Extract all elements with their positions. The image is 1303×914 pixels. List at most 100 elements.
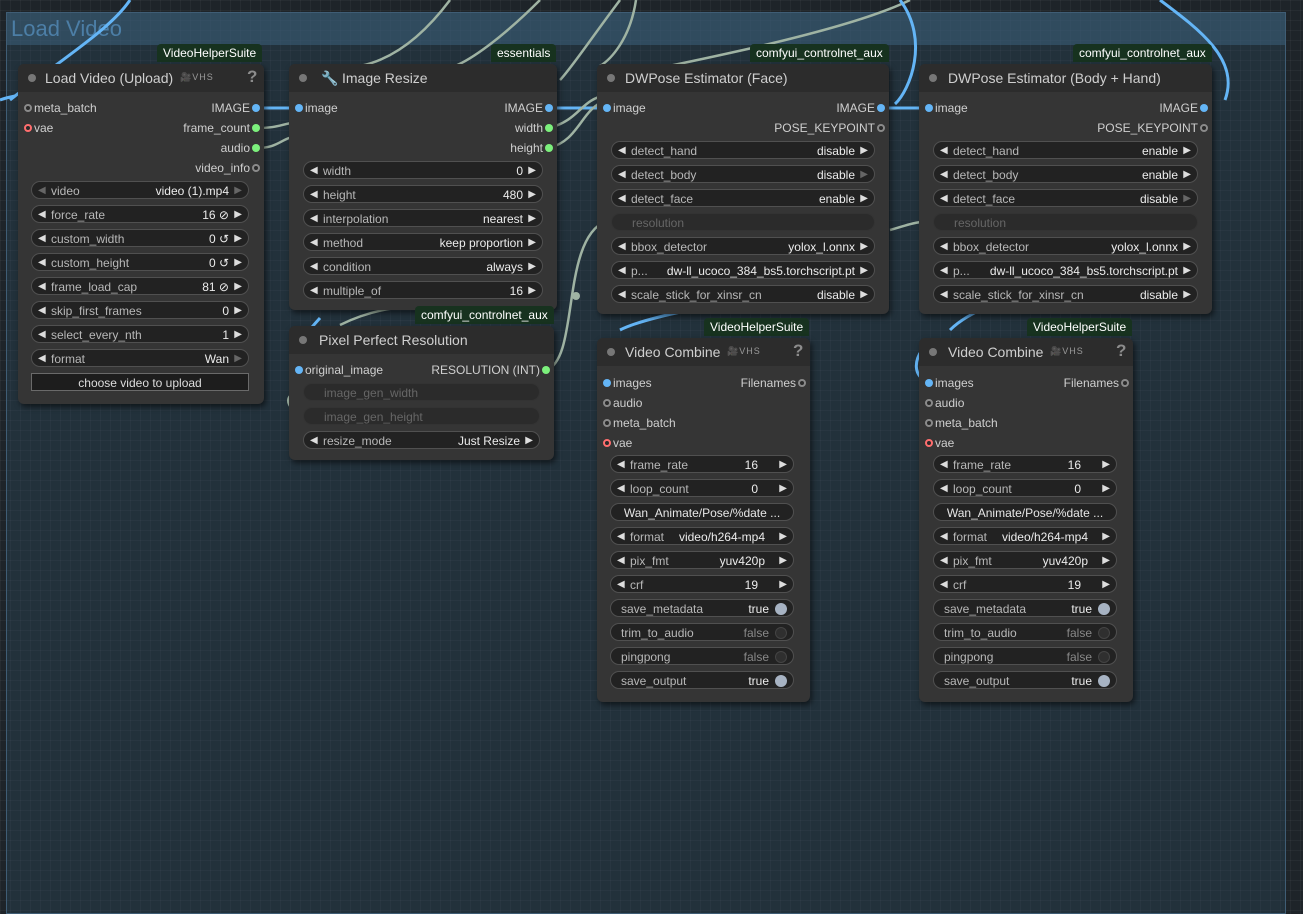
widget-scale-stick[interactable]: ◀ scale_stick_for_xinsr_cn disable ▶	[611, 285, 875, 303]
node-badge: comfyui_controlnet_aux	[1073, 44, 1212, 62]
node-dwpose-face[interactable]: DWPose Estimator (Face) image IMAGE POSE…	[597, 64, 889, 314]
slot-dot	[877, 104, 885, 112]
slot-dot	[925, 399, 933, 407]
widget-width[interactable]: ◀ width 0 ▶	[303, 161, 543, 179]
widget-bbox-detector[interactable]: ◀ bbox_detector yolox_l.onnx ▶	[611, 237, 875, 255]
slot-dot	[542, 366, 550, 374]
node-title-bar[interactable]: Video Combine 🎥VHS ?	[597, 338, 810, 366]
widget-force-rate[interactable]: ◀ force_rate 16 ⊘ ▶	[31, 205, 249, 223]
choose-video-button[interactable]: choose video to upload	[31, 373, 249, 391]
node-image-resize[interactable]: 🔧 Image Resize image IMAGE width height …	[289, 64, 557, 310]
output-slot-image[interactable]: IMAGE	[1068, 100, 1208, 116]
widget-detect-body[interactable]: ◀ detect_body disable ▶	[611, 165, 875, 183]
widget-resolution[interactable]: resolution	[933, 213, 1198, 231]
widget-scale-stick[interactable]: ◀ scale_stick_for_xinsr_cn disable ▶	[933, 285, 1198, 303]
toggle-save-metadata[interactable]: save_metadata true	[933, 599, 1117, 617]
output-slot-height[interactable]: height	[433, 140, 553, 156]
widget-interpolation[interactable]: ◀ interpolation nearest ▶	[303, 209, 543, 227]
toggle-pingpong[interactable]: pingpong false	[933, 647, 1117, 665]
help-icon[interactable]: ?	[247, 67, 257, 87]
widget-pose-estimator[interactable]: ◀ p... dw-ll_ucoco_384_bs5.torchscript.pt ▶	[933, 261, 1198, 279]
output-slot-frame-count[interactable]: frame_count	[140, 120, 260, 136]
widget-resize-mode[interactable]: ◀ resize_mode Just Resize ▶	[303, 431, 540, 449]
widget-pose-estimator[interactable]: ◀ p... dw-ll_ucoco_384_bs5.torchscript.pt ▶	[611, 261, 875, 279]
collapse-dot[interactable]	[299, 336, 307, 344]
widget-video[interactable]: ◀ video video (1).mp4 ▶	[31, 181, 249, 199]
help-icon[interactable]: ?	[1116, 341, 1126, 361]
output-slot-video-info[interactable]: video_info	[140, 160, 260, 176]
node-video-combine-2[interactable]: Video Combine 🎥VHS ? images audio meta_b…	[919, 338, 1133, 702]
widget-image-gen-width[interactable]: image_gen_width	[303, 383, 540, 401]
widget-select-every-nth[interactable]: ◀ select_every_nth 1 ▶	[31, 325, 249, 343]
node-title-bar[interactable]: Video Combine 🎥VHS ?	[919, 338, 1133, 366]
collapse-dot[interactable]	[607, 348, 615, 356]
widget-filename-prefix[interactable]: Wan_Animate/Pose/%date ...	[610, 503, 794, 521]
node-pixel-perfect-resolution[interactable]: Pixel Perfect Resolution original_image …	[289, 326, 554, 460]
node-badge: VideoHelperSuite	[157, 44, 263, 62]
widget-loop-count[interactable]: ◀ loop_count 0 ▶	[610, 479, 794, 497]
widget-method[interactable]: ◀ method keep proportion ▶	[303, 233, 543, 251]
output-slot-pose-keypoint[interactable]: POSE_KEYPOINT	[745, 120, 885, 136]
widget-format[interactable]: ◀ format video/h264-mp4 ▶	[610, 527, 794, 545]
node-title-bar[interactable]: 🔧 Image Resize	[289, 64, 557, 92]
help-icon[interactable]: ?	[793, 341, 803, 361]
widget-bbox-detector[interactable]: ◀ bbox_detector yolox_l.onnx ▶	[933, 237, 1198, 255]
slot-dot	[252, 124, 260, 132]
node-title-bar[interactable]: DWPose Estimator (Body + Hand)	[919, 64, 1212, 92]
output-slot-filenames[interactable]: Filenames	[1029, 375, 1129, 391]
node-load-video[interactable]: Load Video (Upload) 🎥VHS ? meta_batch va…	[18, 64, 264, 404]
slot-dot	[252, 164, 260, 172]
slot-dot	[603, 104, 611, 112]
widget-format[interactable]: ◀ format Wan ▶	[31, 349, 249, 367]
widget-frame-rate[interactable]: ◀ frame_rate 16 ▶	[933, 455, 1117, 473]
collapse-dot[interactable]	[28, 74, 36, 82]
widget-condition[interactable]: ◀ condition always ▶	[303, 257, 543, 275]
widget-pix-fmt[interactable]: ◀ pix_fmt yuv420p ▶	[933, 551, 1117, 569]
widget-detect-face[interactable]: ◀ detect_face disable ▶	[933, 189, 1198, 207]
output-slot-filenames[interactable]: Filenames	[706, 375, 806, 391]
node-title-bar[interactable]: Pixel Perfect Resolution	[289, 326, 554, 354]
toggle-save-output[interactable]: save_output true	[933, 671, 1117, 689]
node-title-bar[interactable]: DWPose Estimator (Face)	[597, 64, 889, 92]
widget-resolution[interactable]: resolution	[611, 213, 875, 231]
slot-dot	[1200, 104, 1208, 112]
widget-format[interactable]: ◀ format video/h264-mp4 ▶	[933, 527, 1117, 545]
toggle-trim-to-audio[interactable]: trim_to_audio false	[610, 623, 794, 641]
output-slot-width[interactable]: width	[433, 120, 553, 136]
output-slot-pose-keypoint[interactable]: POSE_KEYPOINT	[1068, 120, 1208, 136]
widget-loop-count[interactable]: ◀ loop_count 0 ▶	[933, 479, 1117, 497]
node-dwpose-body-hand[interactable]: DWPose Estimator (Body + Hand) image IMA…	[919, 64, 1212, 314]
widget-multiple-of[interactable]: ◀ multiple_of 16 ▶	[303, 281, 543, 299]
widget-crf[interactable]: ◀ crf 19 ▶	[933, 575, 1117, 593]
widget-pix-fmt[interactable]: ◀ pix_fmt yuv420p ▶	[610, 551, 794, 569]
widget-filename-prefix[interactable]: Wan_Animate/Pose/%date ...	[933, 503, 1117, 521]
widget-skip-first-frames[interactable]: ◀ skip_first_frames 0 ▶	[31, 301, 249, 319]
widget-detect-hand[interactable]: ◀ detect_hand enable ▶	[933, 141, 1198, 159]
toggle-save-output[interactable]: save_output true	[610, 671, 794, 689]
output-slot-image[interactable]: IMAGE	[433, 100, 553, 116]
output-slot-image[interactable]: IMAGE	[745, 100, 885, 116]
slot-dot	[877, 124, 885, 132]
collapse-dot[interactable]	[929, 348, 937, 356]
widget-detect-face[interactable]: ◀ detect_face enable ▶	[611, 189, 875, 207]
widget-crf[interactable]: ◀ crf 19 ▶	[610, 575, 794, 593]
widget-detect-body[interactable]: ◀ detect_body enable ▶	[933, 165, 1198, 183]
collapse-dot[interactable]	[299, 74, 307, 82]
node-title-bar[interactable]: Load Video (Upload) 🎥VHS ?	[18, 64, 264, 92]
widget-height[interactable]: ◀ height 480 ▶	[303, 185, 543, 203]
node-video-combine-1[interactable]: Video Combine 🎥VHS ? images audio meta_b…	[597, 338, 810, 702]
widget-custom-height[interactable]: ◀ custom_height 0 ↺ ▶	[31, 253, 249, 271]
widget-image-gen-height[interactable]: image_gen_height	[303, 407, 540, 425]
widget-custom-width[interactable]: ◀ custom_width 0 ↺ ▶	[31, 229, 249, 247]
collapse-dot[interactable]	[607, 74, 615, 82]
toggle-pingpong[interactable]: pingpong false	[610, 647, 794, 665]
toggle-trim-to-audio[interactable]: trim_to_audio false	[933, 623, 1117, 641]
output-slot-audio[interactable]: audio	[140, 140, 260, 156]
widget-frame-load-cap[interactable]: ◀ frame_load_cap 81 ⊘ ▶	[31, 277, 249, 295]
collapse-dot[interactable]	[929, 74, 937, 82]
output-slot-resolution[interactable]: RESOLUTION (INT)	[410, 362, 550, 378]
toggle-save-metadata[interactable]: save_metadata true	[610, 599, 794, 617]
output-slot-image[interactable]: IMAGE	[140, 100, 260, 116]
widget-frame-rate[interactable]: ◀ frame_rate 16 ▶	[610, 455, 794, 473]
widget-detect-hand[interactable]: ◀ detect_hand disable ▶	[611, 141, 875, 159]
